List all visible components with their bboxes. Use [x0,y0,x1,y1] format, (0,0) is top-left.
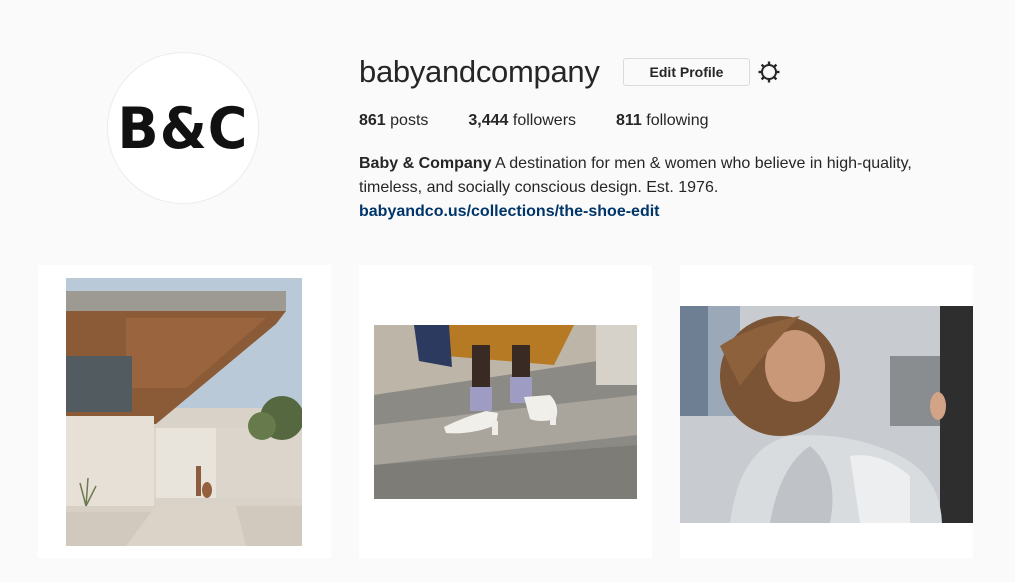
avatar-logo-text: B&C [117,94,249,162]
edit-profile-button[interactable]: Edit Profile [623,58,750,86]
post-thumbnail-architecture[interactable] [38,265,331,558]
silver-jacket-photo [680,306,973,523]
following-count: 811 [616,112,642,129]
architecture-photo [66,278,302,546]
bio-full-name: Baby & Company [359,155,492,172]
profile-bio: Baby & Company A destination for men & w… [359,152,959,224]
following-stat[interactable]: 811 following [616,112,709,130]
followers-count: 3,444 [468,112,509,129]
profile-username: babyandcompany [359,54,600,89]
posts-label: posts [385,112,429,129]
post-thumbnail-silver-jacket[interactable] [680,265,973,558]
post-thumbnail-shoes[interactable] [359,265,652,558]
profile-page: B&C babyandcompany Edit Profile 861 post… [0,0,1015,582]
gear-icon[interactable] [757,60,781,84]
posts-stat: 861 posts [359,112,428,130]
posts-count: 861 [359,112,386,129]
followers-label: followers [508,112,577,129]
bio-website-link[interactable]: babyandco.us/collections/the-shoe-edit [359,200,959,224]
profile-avatar[interactable]: B&C [107,52,259,204]
profile-stats: 861 posts 3,444 followers 811 following [359,112,749,130]
following-label: following [641,112,709,129]
followers-stat[interactable]: 3,444 followers [468,112,576,130]
shoes-photo [374,325,637,499]
